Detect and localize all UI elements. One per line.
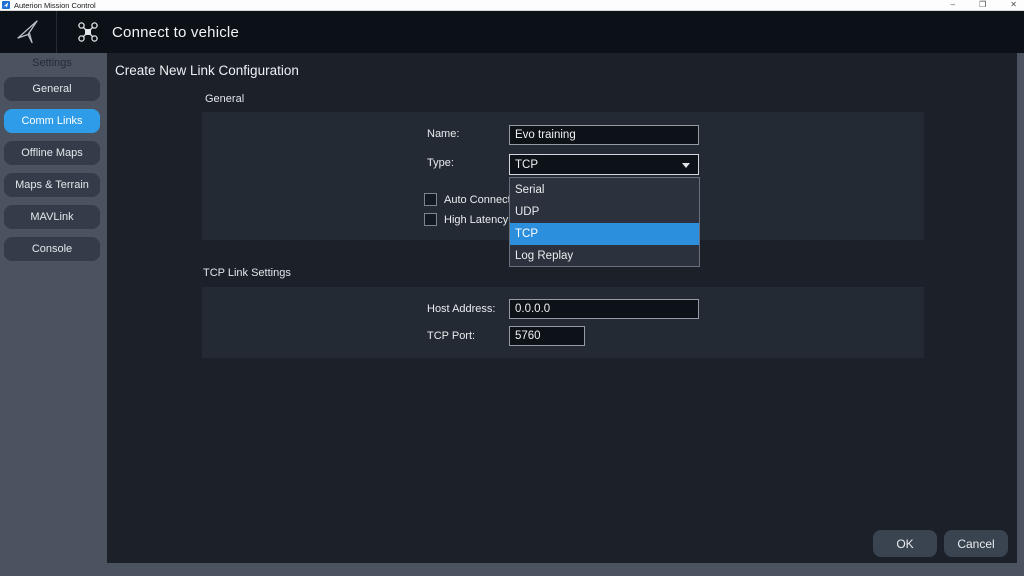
sidebar-item-maps-terrain[interactable]: Maps & Terrain (4, 173, 100, 197)
auto-connect-checkbox[interactable] (424, 193, 437, 206)
drone-icon (77, 21, 99, 43)
dropdown-option-tcp[interactable]: TCP (510, 223, 699, 245)
horizontal-scrollbar[interactable] (0, 563, 1024, 576)
host-address-label: Host Address: (427, 303, 496, 315)
maximize-button[interactable]: ❐ (979, 0, 986, 10)
close-button[interactable]: ✕ (1010, 0, 1017, 10)
tcp-section-panel (202, 287, 924, 358)
titlebar: Auterion Mission Control – ❐ ✕ (0, 0, 1024, 11)
minimize-button[interactable]: – (951, 0, 955, 10)
general-section-heading: General (205, 93, 245, 105)
host-address-input[interactable] (509, 299, 699, 319)
sidebar-heading: Settings (32, 57, 72, 69)
app-title: Auterion Mission Control (14, 0, 96, 10)
vertical-scrollbar[interactable] (1017, 53, 1024, 563)
header-title: Connect to vehicle (112, 23, 240, 41)
type-combobox-value: TCP (515, 158, 538, 171)
sidebar: Settings General Comm Links Offline Maps… (0, 53, 104, 576)
auterion-logo-icon (0, 11, 57, 53)
sidebar-item-comm-links[interactable]: Comm Links (4, 109, 100, 133)
tcp-port-label: TCP Port: (427, 330, 476, 342)
ok-button[interactable]: OK (873, 530, 937, 557)
tcp-section-heading: TCP Link Settings (203, 267, 291, 279)
dropdown-option-log-replay[interactable]: Log Replay (510, 245, 699, 267)
dropdown-option-udp[interactable]: UDP (510, 201, 699, 223)
app-icon (2, 1, 10, 9)
cancel-button[interactable]: Cancel (944, 530, 1008, 557)
high-latency-label: High Latency (444, 214, 509, 226)
dropdown-option-serial[interactable]: Serial (510, 179, 699, 201)
auto-connect-label: Auto Connect (444, 194, 511, 206)
name-input[interactable] (509, 125, 699, 145)
chevron-down-icon (682, 163, 690, 168)
type-label: Type: (427, 157, 454, 169)
type-dropdown-popup: Serial UDP TCP Log Replay (509, 177, 700, 267)
page-title: Create New Link Configuration (115, 63, 299, 78)
type-combobox[interactable]: TCP (509, 154, 699, 175)
sidebar-item-general[interactable]: General (4, 77, 100, 101)
header: Connect to vehicle (0, 11, 1024, 53)
high-latency-checkbox[interactable] (424, 213, 437, 226)
sidebar-item-console[interactable]: Console (4, 237, 100, 261)
tcp-port-input[interactable] (509, 326, 585, 346)
settings-panel: Create New Link Configuration General Na… (107, 53, 1017, 563)
name-label: Name: (427, 128, 460, 140)
sidebar-item-offline-maps[interactable]: Offline Maps (4, 141, 100, 165)
sidebar-item-mavlink[interactable]: MAVLink (4, 205, 100, 229)
